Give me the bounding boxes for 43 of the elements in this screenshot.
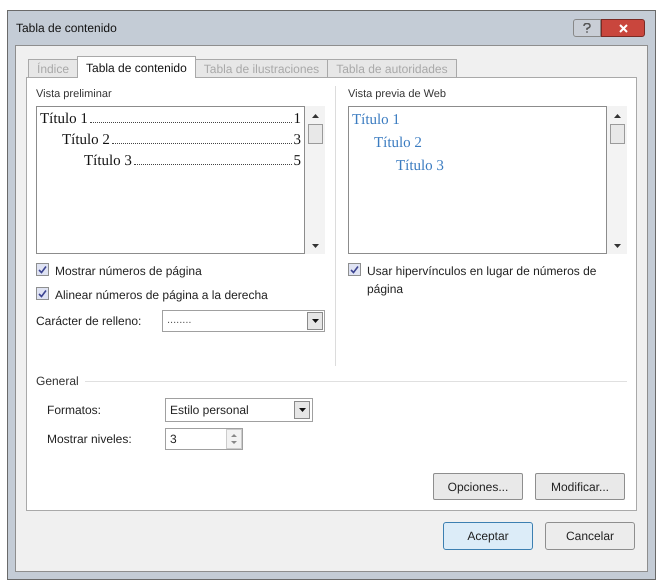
- help-button[interactable]: [573, 19, 601, 37]
- heading-link[interactable]: Título 3: [396, 158, 444, 174]
- heading-entry: Título 3: [84, 152, 132, 170]
- tab[interactable]: Tabla de contenido: [77, 56, 196, 78]
- leader-dropdown[interactable]: ........: [162, 310, 325, 332]
- field-label: Formatos:: [47, 402, 102, 419]
- scrollbar[interactable]: [305, 106, 325, 254]
- scroll-down-icon[interactable]: [614, 244, 620, 248]
- checkbox-label: Usar hipervínculos en lugar de números de página: [367, 262, 598, 298]
- section-label: Vista preliminar: [36, 87, 113, 102]
- panel-button[interactable]: Opciones...: [433, 473, 523, 500]
- spinner-arrows-icon[interactable]: [226, 429, 242, 449]
- checkbox-label: Alinear números de página a la derecha: [55, 286, 268, 304]
- field-label: Mostrar niveles:: [47, 431, 133, 448]
- page-number: 1: [294, 110, 301, 128]
- checkbox[interactable]: [36, 286, 49, 300]
- scroll-up-icon[interactable]: [312, 114, 318, 118]
- scrollbar[interactable]: [607, 106, 627, 254]
- dialog-button[interactable]: Cancelar: [545, 522, 635, 550]
- close-icon: [618, 24, 628, 32]
- scroll-thumb[interactable]: [610, 124, 624, 144]
- page-number: 5: [294, 152, 301, 170]
- heading-entry: Título 2: [62, 130, 110, 150]
- close-button[interactable]: [601, 19, 645, 37]
- levels-spinner[interactable]: 3: [165, 428, 243, 450]
- checkbox-label: Mostrar números de página: [55, 262, 202, 280]
- dialog-button[interactable]: Aceptar: [443, 522, 533, 550]
- heading-link[interactable]: Título 1: [352, 112, 400, 128]
- field-label: Carácter de relleno:: [36, 312, 142, 330]
- window-title: Tabla de contenido: [16, 20, 117, 37]
- scroll-down-icon[interactable]: [312, 244, 318, 248]
- formats-dropdown[interactable]: Estilo personal: [165, 398, 313, 422]
- heading-entry: Título 1: [40, 110, 88, 128]
- panel-button[interactable]: Modificar...: [535, 473, 625, 500]
- heading-link[interactable]: Título 2: [374, 134, 422, 150]
- section-label: Vista previa de Web: [348, 87, 448, 102]
- help-icon: [583, 23, 591, 33]
- checkbox[interactable]: [36, 262, 49, 276]
- page-number: 3: [294, 130, 301, 150]
- scroll-up-icon[interactable]: [614, 114, 620, 118]
- group-label: General: [36, 373, 79, 390]
- checkbox[interactable]: [348, 262, 361, 276]
- scroll-thumb[interactable]: [308, 124, 322, 144]
